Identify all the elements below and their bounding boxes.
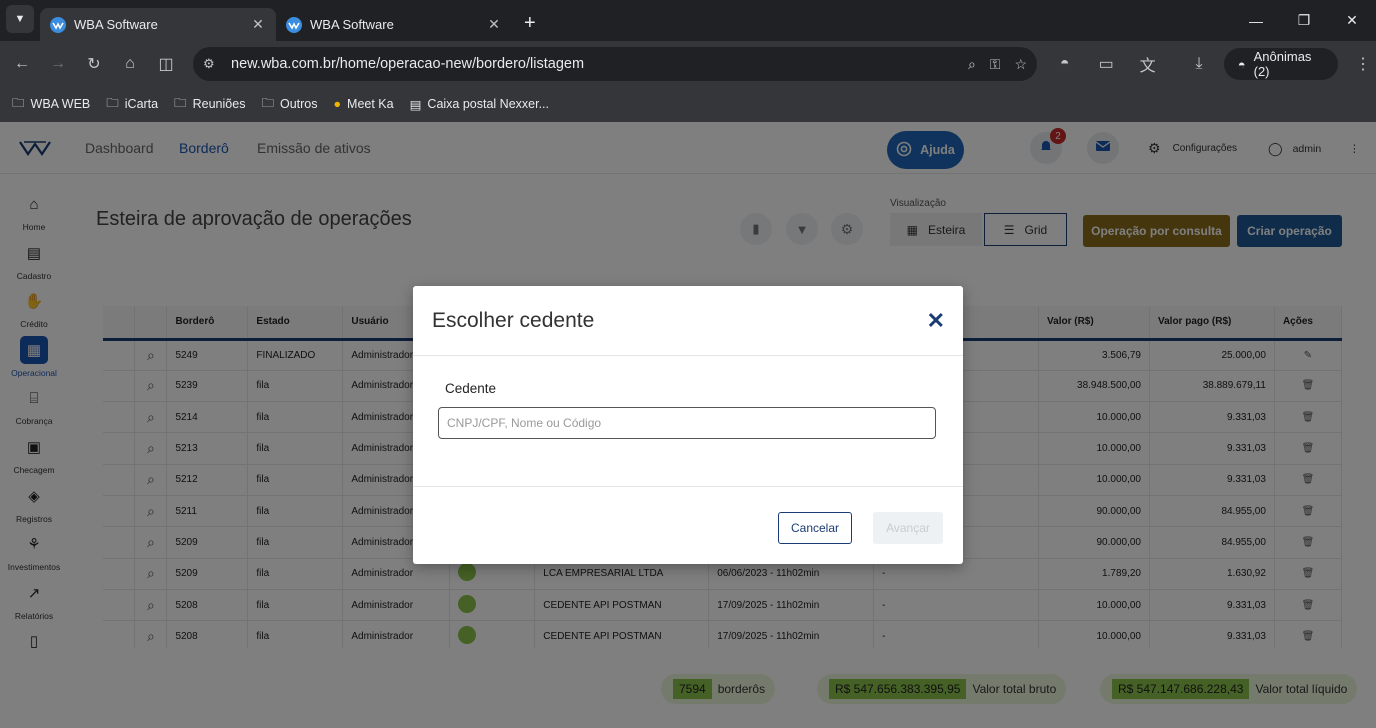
forward-icon[interactable]: → xyxy=(40,46,76,82)
next-button[interactable]: Avançar xyxy=(873,512,943,544)
bookmark-wba-web[interactable]: 🗀 WBA WEB xyxy=(12,94,90,115)
cast-icon[interactable]: ▭ xyxy=(1089,46,1122,82)
browser-tab-1[interactable]: WBA Software ✕ xyxy=(40,8,276,41)
reload-icon[interactable]: ↻ xyxy=(76,46,112,82)
translate-icon[interactable]: 文 xyxy=(1131,46,1164,82)
minimize-icon[interactable]: — xyxy=(1232,13,1280,29)
address-bar[interactable]: ⚙ new.wba.com.br/home/operacao-new/borde… xyxy=(193,47,1037,81)
modal-divider xyxy=(413,486,963,487)
bookmarks-bar: 🗀 WBA WEB 🗀 iCarta 🗀 Reuniões 🗀 Outros ● Meet… xyxy=(0,86,1376,122)
modal-title: Escolher cedente xyxy=(413,286,963,356)
cancel-button[interactable]: Cancelar xyxy=(778,512,852,544)
bookmark-star-icon[interactable]: ☆ xyxy=(1014,56,1027,73)
restore-icon[interactable]: ❐ xyxy=(1280,12,1328,29)
close-tab-icon[interactable]: ✕ xyxy=(486,16,502,33)
site-info-icon[interactable]: ⚙ xyxy=(203,56,215,72)
bookmark-icarta[interactable]: 🗀 iCarta xyxy=(106,94,158,115)
bookmark-outros[interactable]: 🗀 Outros xyxy=(261,94,317,115)
bookmark-label: WBA WEB xyxy=(30,97,91,111)
chrome-menu-icon[interactable]: ⋮ xyxy=(1346,46,1376,82)
bookmark-meet-ka[interactable]: ● Meet Ka xyxy=(333,97,393,111)
cedente-label: Cedente xyxy=(445,381,497,396)
tab-title: WBA Software xyxy=(74,17,158,32)
incognito-icon[interactable]: ◓ xyxy=(1048,46,1081,82)
download-icon[interactable]: ⤓ xyxy=(1182,46,1215,82)
cedente-input[interactable] xyxy=(438,407,936,439)
folder-icon: 🗀 xyxy=(261,95,274,110)
bookmark-caixa-postal[interactable]: ▤ Caixa postal Nexxer... xyxy=(410,97,549,112)
window-controls: — ❐ ✕ xyxy=(1232,0,1376,41)
home-icon[interactable]: ⌂ xyxy=(112,46,148,82)
folder-icon: 🗀 xyxy=(174,95,187,110)
meet-icon: ● xyxy=(333,97,342,111)
close-icon[interactable]: ✕ xyxy=(927,308,945,334)
escolher-cedente-modal: Escolher cedente ✕ Cedente Cancelar Avan… xyxy=(413,286,963,564)
close-window-icon[interactable]: ✕ xyxy=(1328,12,1376,29)
mail-icon: ▤ xyxy=(409,97,422,112)
side-panel-icon[interactable]: ◫ xyxy=(148,46,184,82)
new-tab-icon[interactable]: + xyxy=(524,12,536,35)
zoom-icon[interactable]: ⌕ xyxy=(968,56,976,73)
incognito-profile-button[interactable]: ◓ Anônimas (2) xyxy=(1223,48,1339,80)
bookmark-label: Meet Ka xyxy=(347,97,394,111)
browser-tab-2[interactable]: WBA Software ✕ xyxy=(276,8,512,41)
back-icon[interactable]: ← xyxy=(4,46,40,82)
browser-tab-strip: ▼ WBA Software ✕ WBA Software ✕ + — ❐ ✕ xyxy=(0,0,1376,41)
folder-icon: 🗀 xyxy=(12,95,25,110)
bookmark-label: Reuniões xyxy=(192,97,246,111)
password-key-icon[interactable]: ⚿ xyxy=(990,56,1001,73)
url-text: new.wba.com.br/home/operacao-new/bordero… xyxy=(231,56,585,72)
wba-favicon-icon xyxy=(50,16,66,33)
incognito-hat-icon: ◓ xyxy=(1237,56,1246,72)
tab-search-button[interactable]: ▼ xyxy=(6,4,34,33)
bookmark-label: Outros xyxy=(279,97,318,111)
bookmark-label: iCarta xyxy=(124,97,159,111)
bookmark-reunioes[interactable]: 🗀 Reuniões xyxy=(174,94,245,115)
close-tab-icon[interactable]: ✕ xyxy=(250,16,266,33)
wba-favicon-icon xyxy=(286,16,302,33)
folder-icon: 🗀 xyxy=(106,95,119,110)
bookmark-label: Caixa postal Nexxer... xyxy=(427,97,550,111)
profile-label: Anônimas (2) xyxy=(1253,49,1312,79)
browser-toolbar: ← → ↻ ⌂ ◫ ⚙ new.wba.com.br/home/operacao… xyxy=(0,41,1376,86)
tab-title: WBA Software xyxy=(310,17,394,32)
